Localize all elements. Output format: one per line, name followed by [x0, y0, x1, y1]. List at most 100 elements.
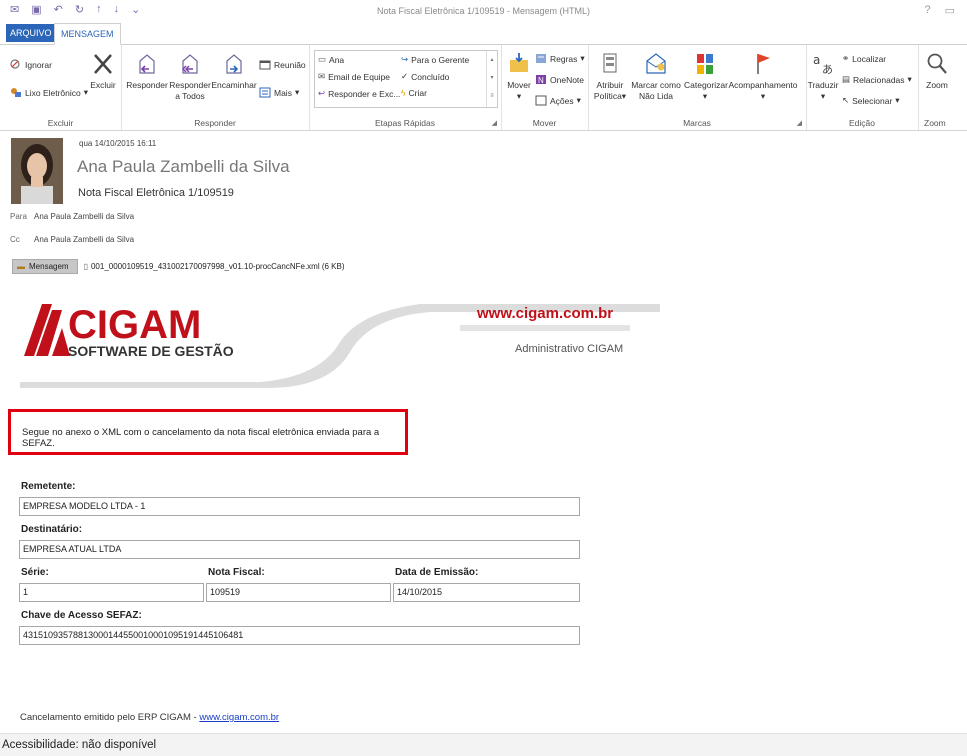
reply-delete-icon: ↩: [318, 88, 326, 98]
tab-mensagem[interactable]: MENSAGEM: [54, 23, 121, 45]
quick-step-email-equipe[interactable]: ✉ Email de Equipe: [318, 71, 390, 82]
reply-all-icon: [182, 54, 198, 74]
message-tab[interactable]: ▬ Mensagem: [12, 259, 78, 274]
selecionar-button[interactable]: ↖ Selecionar ▾: [842, 95, 900, 106]
ignorar-button[interactable]: Ignorar: [10, 59, 52, 70]
dropdown-arrow-icon: ▾: [820, 91, 826, 101]
policy-icon: [603, 53, 617, 73]
envelope-icon: ✉: [318, 71, 326, 81]
encaminhar-button[interactable]: Encaminhar: [211, 51, 257, 91]
atribuir-politica-button[interactable]: Atribuir Política▾: [591, 51, 629, 102]
footer-note: Cancelamento emitido pelo ERP CIGAM - ww…: [20, 712, 280, 723]
quick-step-para-gerente[interactable]: ↪ Para o Gerente: [401, 54, 469, 65]
envelope-icon: ▭: [318, 54, 327, 64]
dialog-launcher-icon[interactable]: ◢: [492, 119, 497, 127]
group-label: Responder: [194, 118, 236, 128]
ignore-icon: [10, 59, 20, 69]
dropdown-arrow-icon: ▾: [516, 91, 522, 101]
marcar-nao-lida-button[interactable]: Marcar como Não Lida: [629, 51, 683, 102]
gallery-scroll[interactable]: ▴ ▾ ≡: [486, 51, 497, 107]
categorize-icon: [697, 54, 713, 74]
onenote-button[interactable]: N OneNote: [535, 74, 584, 85]
mover-button[interactable]: Mover ▾: [504, 51, 534, 102]
message-body: CIGAM SOFTWARE DE GESTÃO www.cigam.com.b…: [0, 282, 967, 732]
remetente-label: Remetente:: [21, 481, 76, 492]
group-label: Mover: [532, 118, 557, 128]
mais-button[interactable]: Mais ▾: [259, 87, 299, 98]
serie-field: 1: [19, 583, 204, 602]
onenote-icon: N: [536, 75, 546, 85]
actions-icon: [535, 95, 547, 106]
help-icon[interactable]: ?: [924, 4, 930, 17]
dropdown-arrow-icon: ▾: [294, 87, 300, 97]
responder-todos-button[interactable]: Responder a Todos: [169, 51, 211, 102]
ribbon: Ignorar Lixo Eletrônico ▾ Excluir Excluir…: [0, 45, 967, 131]
forward-icon: [226, 54, 242, 74]
svg-text:CIGAM: CIGAM: [68, 303, 201, 347]
quick-step-ana[interactable]: ▭ Ana: [318, 54, 344, 65]
excluir-button[interactable]: Excluir: [88, 51, 118, 91]
cc-row: Cc Ana Paula Zambelli da Silva: [10, 235, 134, 244]
file-icon: ▯: [83, 262, 88, 271]
tab-arquivo[interactable]: ARQUIVO: [6, 24, 56, 42]
group-label: Etapas Rápidas: [374, 118, 435, 128]
forward-icon: ↪: [401, 54, 409, 64]
relacionadas-button[interactable]: ▤ Relacionadas ▾: [842, 74, 912, 85]
zoom-button[interactable]: Zoom: [920, 51, 954, 91]
group-label: Excluir: [47, 118, 74, 128]
cc-recipient[interactable]: Ana Paula Zambelli da Silva: [34, 235, 134, 244]
attachment-file[interactable]: ▯ 001_0000109519_431002170097998_v01.10-…: [84, 262, 345, 271]
serie-label: Série:: [21, 567, 49, 578]
dropdown-arrow-icon: ▾: [702, 91, 708, 101]
quick-step-responder-excluir[interactable]: ↩ Responder e Exc...: [318, 88, 400, 99]
acoes-button[interactable]: Ações ▾: [535, 95, 581, 106]
chave-acesso-label: Chave de Acesso SEFAZ:: [21, 610, 142, 621]
magnifier-icon: [927, 53, 947, 74]
dropdown-arrow-icon: ▾: [895, 95, 900, 105]
group-responder: Responder Responder a Todos Encaminhar R…: [121, 45, 310, 130]
window-controls: ? ▭: [924, 4, 955, 17]
svg-text:N: N: [538, 76, 544, 85]
to-recipient[interactable]: Ana Paula Zambelli da Silva: [34, 212, 134, 221]
move-folder-icon: [510, 53, 528, 72]
group-marcas: Atribuir Política▾ Marcar como Não Lida …: [588, 45, 807, 130]
dialog-launcher-icon[interactable]: ◢: [797, 119, 802, 127]
dropdown-arrow-icon: ▾: [907, 74, 912, 84]
cursor-icon: ↖: [842, 95, 850, 105]
attachment-bar: ▬ Mensagem ▯ 001_0000109519_431002170097…: [12, 259, 345, 274]
sender-name[interactable]: Ana Paula Zambelli da Silva: [77, 157, 290, 177]
junk-mail-icon: [11, 88, 21, 97]
lixo-eletronico-button[interactable]: Lixo Eletrônico ▾: [10, 87, 88, 98]
dropdown-arrow-icon: ▾: [621, 91, 627, 101]
notice-text: Segue no anexo o XML com o cancelamento …: [22, 427, 380, 449]
quick-step-criar[interactable]: ϟ Criar: [401, 88, 427, 98]
regras-button[interactable]: Regras ▾: [535, 53, 585, 64]
data-emissao-label: Data de Emissão:: [395, 567, 479, 578]
footer-link[interactable]: www.cigam.com.br: [199, 712, 279, 723]
lightning-icon: ϟ: [401, 88, 406, 98]
sent-date: qua 14/10/2015 16:11: [79, 139, 157, 148]
cc-label: Cc: [10, 235, 20, 244]
responder-button[interactable]: Responder: [126, 51, 168, 91]
svg-text:a: a: [813, 53, 820, 67]
website-header: www.cigam.com.br: [477, 305, 614, 322]
avatar: [11, 138, 63, 204]
categorizar-button[interactable]: Categorizar ▾: [684, 51, 728, 102]
check-icon: ✓: [401, 71, 409, 81]
dropdown-arrow-icon: ▾: [576, 95, 581, 105]
dropdown-arrow-icon: ▾: [760, 91, 766, 101]
status-bar: Acessibilidade: não disponível: [0, 733, 967, 756]
sender-photo: [11, 138, 63, 204]
related-icon: ▤: [842, 74, 851, 84]
acompanhamento-button[interactable]: Acompanhamento ▾: [726, 51, 800, 102]
traduzir-button[interactable]: aあ Traduzir ▾: [807, 51, 839, 102]
reuniao-button[interactable]: Reunião: [259, 59, 306, 70]
window-title: Nota Fiscal Eletrônica 1/109519 - Mensag…: [376, 6, 591, 16]
mark-unread-icon: [646, 53, 666, 74]
quick-step-concluido[interactable]: ✓ Concluído: [401, 71, 449, 82]
localizar-button[interactable]: ⚭ Localizar: [842, 53, 886, 64]
destinatario-label: Destinatário:: [21, 524, 83, 535]
accessibility-status: Acessibilidade: não disponível: [2, 739, 157, 751]
ribbon-display-icon[interactable]: ▭: [945, 4, 955, 17]
cigam-logo: CIGAM SOFTWARE DE GESTÃO: [22, 298, 252, 362]
